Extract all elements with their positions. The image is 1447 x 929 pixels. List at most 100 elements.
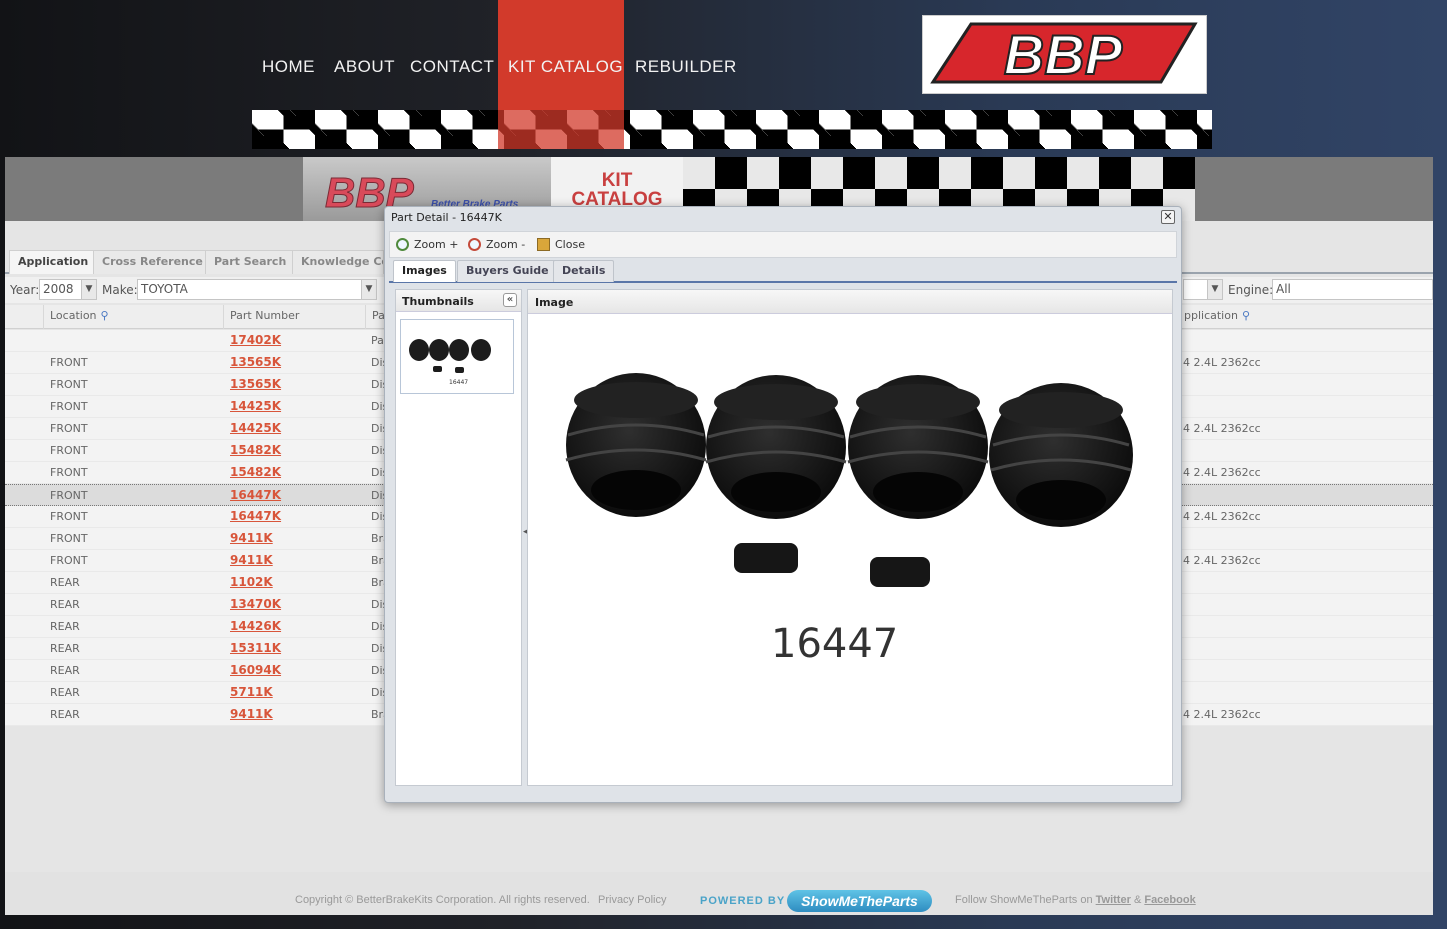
engine-label: Engine: (1228, 283, 1274, 297)
make-label: Make: (102, 283, 138, 297)
make-select[interactable]: TOYOTA ▼ (137, 279, 377, 300)
main-nav: HOME ABOUT CONTACT KIT CATALOG REBUILDER (262, 56, 736, 78)
row-part-link[interactable]: 16094K (230, 663, 281, 677)
row-part-link[interactable]: 16447K (230, 509, 281, 523)
row-part-link[interactable]: 5711K (230, 685, 273, 699)
zoom-in-button[interactable]: Zoom + (396, 238, 458, 251)
row-part-link[interactable]: 1102K (230, 575, 273, 589)
search-icon[interactable]: ⚲ (101, 309, 109, 322)
row-location: FRONT (50, 400, 88, 413)
row-part-link[interactable]: 13565K (230, 355, 281, 369)
photo-label: 16447 (771, 621, 898, 667)
row-part-link[interactable]: 15482K (230, 465, 281, 479)
row-location: REAR (50, 620, 80, 633)
row-part-link[interactable]: 13470K (230, 597, 281, 611)
showmetheparts-logo[interactable]: ShowMeTheParts (787, 890, 932, 912)
row-part-link[interactable]: 15311K (230, 641, 281, 655)
nav-home[interactable]: HOME (262, 56, 334, 78)
row-location: FRONT (50, 532, 88, 545)
chevron-down-icon: ▼ (361, 280, 376, 299)
row-location: FRONT (50, 444, 88, 457)
year-value: 2008 (43, 282, 74, 296)
year-select[interactable]: 2008 ▼ (39, 279, 97, 300)
engine-value: All (1276, 282, 1291, 296)
row-location: FRONT (50, 378, 88, 391)
row-location: REAR (50, 664, 80, 677)
row-part-link[interactable]: 14425K (230, 421, 281, 435)
tab-details[interactable]: Details (553, 260, 615, 282)
row-location: FRONT (50, 356, 88, 369)
row-location: FRONT (50, 510, 88, 523)
year-label: Year: (10, 283, 40, 297)
col-location[interactable]: Location ⚲ (43, 305, 225, 329)
tab-buyers-guide[interactable]: Buyers Guide (457, 260, 558, 282)
banner-kit-line1: KIT (601, 170, 633, 191)
engine-select[interactable]: All (1272, 279, 1433, 300)
footer: Copyright © BetterBrakeKits Corporation.… (5, 872, 1433, 915)
twitter-link[interactable]: Twitter (1096, 894, 1131, 906)
close-button[interactable]: Close (537, 238, 585, 251)
row-application: 4 2.4L 2362cc (1183, 510, 1261, 523)
nav-about[interactable]: ABOUT (334, 56, 410, 78)
thumbnails-panel: Thumbnails « 16447 (395, 289, 522, 786)
row-application: 4 2.4L 2362cc (1183, 554, 1261, 567)
zoom-out-icon (468, 238, 481, 251)
row-location: FRONT (50, 422, 88, 435)
row-location: FRONT (50, 489, 88, 502)
tab-knowledge-center[interactable]: Knowledge Cen (292, 250, 384, 274)
thumbnail-label: 16447 (449, 379, 468, 386)
row-application: 4 2.4L 2362cc (1183, 356, 1261, 369)
checkered-strip-highlight (498, 110, 624, 149)
chevron-down-icon: ▼ (81, 280, 96, 299)
chevron-down-icon: ▼ (1207, 280, 1222, 299)
site-header: HOME ABOUT CONTACT KIT CATALOG REBUILDER… (0, 0, 1447, 157)
privacy-link[interactable]: Privacy Policy (598, 894, 666, 906)
search-icon[interactable]: ⚲ (1242, 309, 1250, 322)
make-value: TOYOTA (141, 282, 188, 296)
model-select[interactable]: ▼ (1183, 279, 1223, 300)
row-application: 4 2.4L 2362cc (1183, 422, 1261, 435)
nav-contact[interactable]: CONTACT (410, 56, 508, 78)
image-panel: Image 16447 (527, 289, 1173, 786)
bbp-logo[interactable]: BBP (922, 15, 1207, 94)
row-part-link[interactable]: 9411K (230, 707, 273, 721)
row-part-link[interactable]: 16447K (230, 488, 281, 502)
row-part-link[interactable]: 17402K (230, 333, 281, 347)
tab-part-search[interactable]: Part Search (205, 250, 296, 274)
bbp-logo-text: BBP (1004, 23, 1123, 86)
nav-rebuilder[interactable]: REBUILDER (635, 56, 736, 78)
col-part-number[interactable]: Part Number (223, 305, 365, 329)
collapse-icon[interactable]: « (503, 293, 517, 307)
row-location: REAR (50, 686, 80, 699)
row-part-link[interactable]: 9411K (230, 553, 273, 567)
nav-kit-catalog[interactable]: KIT CATALOG (508, 56, 635, 78)
row-part-link[interactable]: 14426K (230, 619, 281, 633)
dialog-tabs: Images Buyers Guide Details (389, 259, 1177, 283)
row-part-link[interactable]: 9411K (230, 531, 273, 545)
facebook-link[interactable]: Facebook (1144, 894, 1195, 906)
tab-application[interactable]: Application (9, 250, 98, 274)
thumbnail-16447[interactable]: 16447 (400, 319, 514, 394)
row-application: 4 2.4L 2362cc (1183, 708, 1261, 721)
row-part-link[interactable]: 13565K (230, 377, 281, 391)
col-application[interactable]: pplication ⚲ (1177, 305, 1433, 329)
tab-images[interactable]: Images (393, 260, 456, 282)
tab-cross-reference[interactable]: Cross Reference (93, 250, 212, 274)
close-icon[interactable]: ✕ (1161, 210, 1175, 224)
row-location: FRONT (50, 554, 88, 567)
zoom-out-button[interactable]: Zoom - (468, 238, 525, 251)
row-type: Pa (371, 334, 384, 347)
row-part-link[interactable]: 14425K (230, 399, 281, 413)
thumbnails-header: Thumbnails « (396, 290, 521, 312)
part-photo: 16447 (528, 315, 1172, 785)
row-location: REAR (50, 576, 80, 589)
powered-by: POWERED BY (700, 895, 786, 907)
row-part-link[interactable]: 15482K (230, 443, 281, 457)
row-location: REAR (50, 708, 80, 721)
zoom-in-icon (396, 238, 409, 251)
row-location: REAR (50, 642, 80, 655)
dialog-title: Part Detail - 16447K (391, 211, 502, 224)
checkered-strip (252, 110, 1212, 149)
row-location: REAR (50, 598, 80, 611)
image-header: Image (528, 290, 1172, 314)
